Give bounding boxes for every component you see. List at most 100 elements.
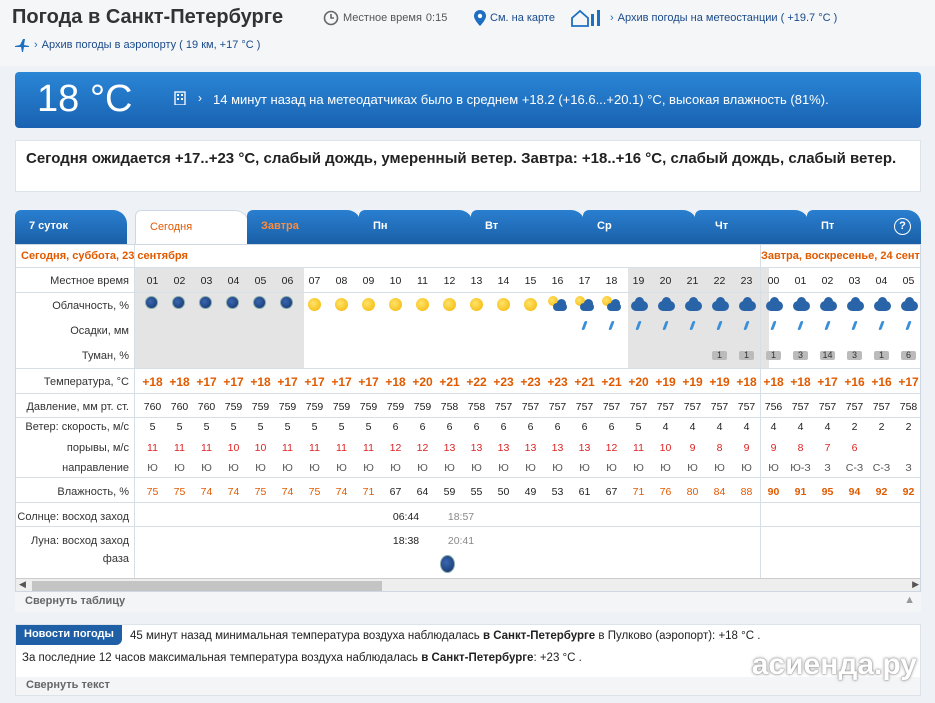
fog-value: 3 xyxy=(847,351,862,360)
cloud-icon xyxy=(631,297,648,311)
map-link[interactable]: См. на карте xyxy=(474,10,555,26)
hour-cell: 03 xyxy=(200,275,213,287)
moon-icon xyxy=(253,296,266,309)
humidity-cell: 74 xyxy=(200,486,213,498)
pressure-cell: 759 xyxy=(413,401,432,413)
wind-cell: 4 xyxy=(662,421,669,433)
cloud-icon xyxy=(793,297,810,311)
dir-cell: Ю xyxy=(498,462,509,474)
raindrop-icon xyxy=(770,321,777,330)
hour-cell: 02 xyxy=(173,275,186,287)
wind-cell: 4 xyxy=(743,421,750,433)
scrollbar-thumb[interactable] xyxy=(32,581,382,591)
row-divider xyxy=(16,292,920,293)
pressure-cell: 757 xyxy=(872,401,891,413)
archive-airport-link[interactable]: › Архив погоды в аэропорту ( 19 км, +17 … xyxy=(14,38,260,52)
gust-cell: 11 xyxy=(282,442,293,454)
hour-cell: 03 xyxy=(848,275,861,287)
fog-value: 1 xyxy=(712,351,727,360)
humidity-cell: 53 xyxy=(551,486,564,498)
hour-cell: 20 xyxy=(659,275,672,287)
humidity-cell: 50 xyxy=(497,486,510,498)
wind-cell: 6 xyxy=(527,421,534,433)
pressure-cell: 760 xyxy=(197,401,216,413)
temp-cell: +17 xyxy=(304,375,325,389)
sunset: 18:57 xyxy=(447,511,475,523)
humidity-cell: 92 xyxy=(875,486,888,498)
temp-cell: +19 xyxy=(655,375,676,389)
gust-cell: 13 xyxy=(551,442,564,454)
wind-cell: 5 xyxy=(635,421,642,433)
wind-cell: 2 xyxy=(851,421,858,433)
dir-cell: Ю xyxy=(282,462,293,474)
temp-cell: +21 xyxy=(601,375,622,389)
collapse-table-button[interactable]: Свернуть таблицу ▲ xyxy=(15,592,921,612)
dir-cell: С-З xyxy=(872,462,891,474)
dir-cell: Ю xyxy=(633,462,644,474)
tab-wed[interactable]: Ср xyxy=(583,210,697,244)
pressure-cell: 759 xyxy=(332,401,351,413)
gust-cell: 10 xyxy=(659,442,672,454)
tab-thu[interactable]: Чт xyxy=(695,210,809,244)
gust-cell: 12 xyxy=(416,442,429,454)
humidity-cell: 80 xyxy=(686,486,699,498)
dir-cell: Ю xyxy=(714,462,725,474)
tab-fri[interactable]: Пт ? xyxy=(807,210,921,244)
dir-cell: Ю xyxy=(768,462,779,474)
pressure-cell: 757 xyxy=(710,401,729,413)
archive-station-label: Архив погоды на метеостанции ( +19.7 °C … xyxy=(617,12,838,24)
day-tabs: 7 суток Сегодня Завтра Пн Вт Ср Чт Пт ? xyxy=(15,210,921,244)
pressure-cell: 757 xyxy=(548,401,567,413)
tab-tomorrow[interactable]: Завтра xyxy=(247,210,361,244)
sun-icon xyxy=(497,298,510,311)
label-sun: Солнце: восход заход xyxy=(17,511,129,523)
table-scrollbar[interactable]: ◀ ▶ xyxy=(16,578,920,591)
collapse-news-label: Свернуть текст xyxy=(26,679,110,691)
chevron-up-icon: ▲ xyxy=(904,594,915,606)
humidity-cell: 74 xyxy=(335,486,348,498)
gust-cell: 11 xyxy=(201,442,212,454)
house-icon xyxy=(571,9,600,27)
gust-cell: 13 xyxy=(578,442,591,454)
sun-icon xyxy=(389,298,402,311)
help-icon[interactable]: ? xyxy=(894,218,911,235)
hour-cell: 13 xyxy=(470,275,483,287)
temp-cell: +17 xyxy=(331,375,352,389)
pressure-cell: 759 xyxy=(386,401,405,413)
humidity-cell: 49 xyxy=(524,486,537,498)
sun-icon xyxy=(524,298,537,311)
gust-cell: 13 xyxy=(443,442,456,454)
sunrise: 06:44 xyxy=(392,511,420,523)
label-wind: Ветер: скорость, м/с xyxy=(25,421,129,433)
wind-cell: 2 xyxy=(905,421,912,433)
humidity-cell: 75 xyxy=(173,486,186,498)
moon-icon xyxy=(172,296,185,309)
tab-mon[interactable]: Пн xyxy=(359,210,473,244)
tab-today[interactable]: Сегодня xyxy=(135,210,249,244)
moonset: 20:41 xyxy=(447,535,475,547)
wind-cell: 4 xyxy=(716,421,723,433)
humidity-cell: 76 xyxy=(659,486,672,498)
wind-cell: 6 xyxy=(473,421,480,433)
dir-cell: Ю xyxy=(741,462,752,474)
row-divider xyxy=(16,393,920,394)
cloud-icon xyxy=(739,297,756,311)
temp-cell: +21 xyxy=(574,375,595,389)
gust-cell: 11 xyxy=(363,442,374,454)
gust-cell: 11 xyxy=(336,442,347,454)
temp-cell: +22 xyxy=(466,375,487,389)
cloud-icon xyxy=(553,299,567,311)
temp-cell: +18 xyxy=(169,375,190,389)
archive-station-link[interactable]: › Архив погоды на метеостанции ( +19.7 °… xyxy=(570,8,837,28)
row-divider xyxy=(16,267,920,268)
hour-cell: 04 xyxy=(227,275,240,287)
tab-tue[interactable]: Вт xyxy=(471,210,585,244)
hour-cell: 12 xyxy=(443,275,456,287)
humidity-cell: 95 xyxy=(821,486,834,498)
wind-cell: 6 xyxy=(419,421,426,433)
tab-7days[interactable]: 7 суток xyxy=(15,210,127,244)
row-divider xyxy=(16,477,920,478)
pressure-cell: 759 xyxy=(359,401,378,413)
temp-cell: +18 xyxy=(763,375,784,389)
dir-cell: Ю xyxy=(606,462,617,474)
